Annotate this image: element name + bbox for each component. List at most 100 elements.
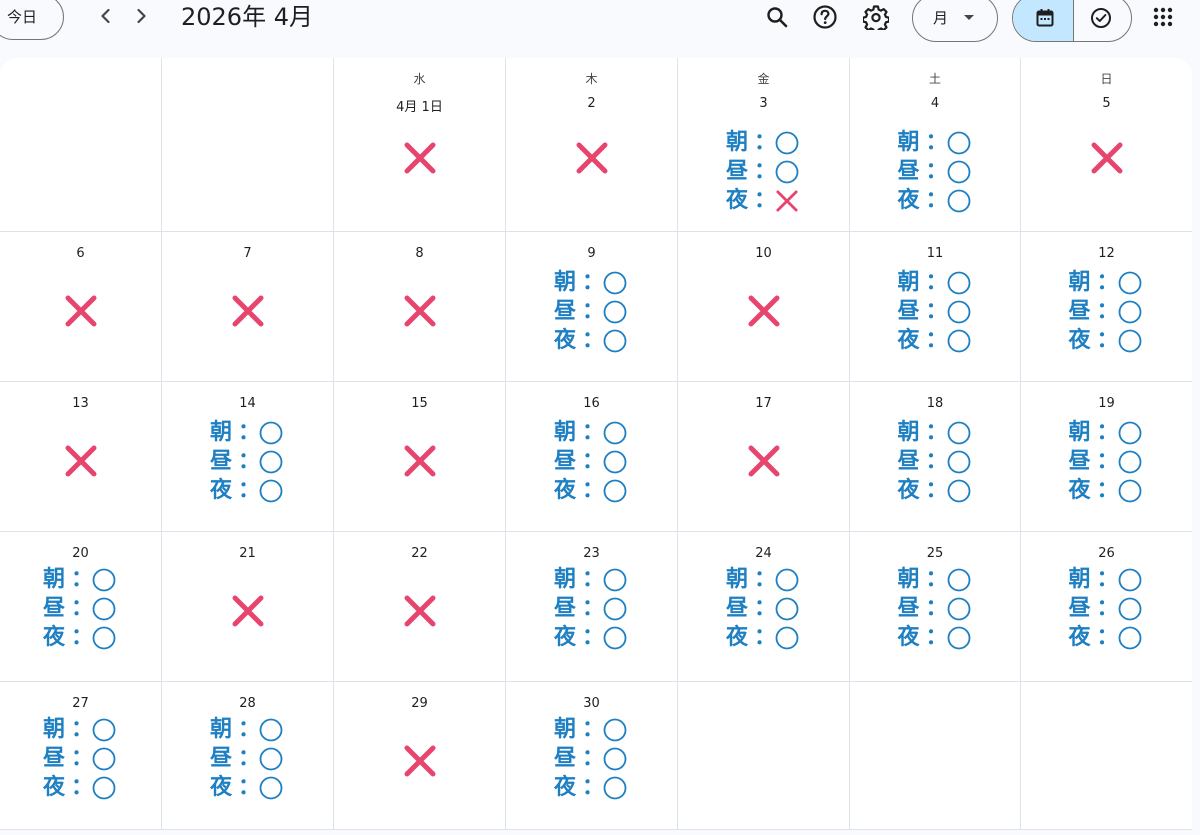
day-number[interactable]: 17 (678, 396, 849, 411)
meal-row-noon: 昼： (210, 447, 300, 476)
day-cell[interactable]: 金 3 朝：昼：夜： (678, 58, 850, 232)
day-cell[interactable]: 11 朝：昼：夜： (850, 232, 1021, 382)
day-cell[interactable]: 20 朝：昼：夜： (0, 532, 162, 682)
day-number[interactable]: 14 (162, 396, 333, 411)
day-cell[interactable]: 23 朝：昼：夜： (506, 532, 678, 682)
circle-ok-icon (775, 626, 799, 650)
day-cell[interactable]: 10 (678, 232, 850, 382)
day-cell[interactable]: 土 4 朝：昼：夜： (850, 58, 1021, 232)
day-number[interactable]: 9 (506, 246, 677, 261)
day-number[interactable]: 24 (678, 546, 849, 561)
day-cell[interactable]: 14 朝：昼：夜： (162, 382, 334, 532)
meal-label: 夜 (210, 775, 233, 800)
day-number[interactable]: 22 (334, 546, 505, 561)
gear-icon[interactable] (861, 4, 891, 34)
tasks-view-button[interactable] (1074, 0, 1131, 41)
day-cell[interactable]: 28 朝：昼：夜： (162, 682, 334, 830)
calendar-view-button[interactable] (1013, 0, 1074, 41)
meal-separator: ： (754, 130, 777, 155)
meal-separator: ： (925, 188, 948, 213)
day-number[interactable]: 5 (1021, 96, 1192, 111)
day-number[interactable]: 29 (334, 696, 505, 711)
unavailable-mark (403, 141, 437, 175)
unavailable-mark (575, 141, 609, 175)
circle-ok-icon (92, 568, 116, 592)
day-cell[interactable]: 7 (162, 232, 334, 382)
day-cell[interactable] (678, 682, 850, 830)
day-number[interactable]: 28 (162, 696, 333, 711)
meal-label: 朝 (43, 717, 66, 742)
day-cell[interactable]: 17 (678, 382, 850, 532)
day-number[interactable]: 2 (506, 96, 677, 111)
meal-separator: ： (582, 746, 605, 771)
day-number[interactable]: 20 (0, 546, 161, 561)
day-cell[interactable]: 19 朝：昼：夜： (1021, 382, 1192, 532)
day-cell[interactable]: 22 (334, 532, 506, 682)
meal-separator: ： (238, 775, 261, 800)
day-number[interactable]: 13 (0, 396, 161, 411)
day-cell[interactable]: 26 朝：昼：夜： (1021, 532, 1192, 682)
search-icon[interactable] (764, 4, 790, 30)
day-cell[interactable]: 15 (334, 382, 506, 532)
chevron-left-icon[interactable] (94, 4, 118, 28)
chevron-right-icon[interactable] (129, 4, 153, 28)
help-icon[interactable] (812, 4, 838, 30)
day-cell[interactable]: 木2 (506, 58, 678, 232)
day-number[interactable]: 21 (162, 546, 333, 561)
day-number[interactable]: 30 (506, 696, 677, 711)
day-cell[interactable]: 9 朝：昼：夜： (506, 232, 678, 382)
day-cell[interactable]: 30 朝：昼：夜： (506, 682, 678, 830)
meal-label: 昼 (554, 746, 577, 771)
day-cell[interactable]: 6 (0, 232, 162, 382)
day-number[interactable]: 3 (678, 96, 849, 111)
day-cell[interactable]: 21 (162, 532, 334, 682)
meal-separator: ： (754, 159, 777, 184)
circle-ok-icon (603, 450, 627, 474)
meal-separator: ： (238, 717, 261, 742)
circle-ok-icon (603, 329, 627, 353)
meal-status-list: 朝：昼：夜： (43, 715, 133, 802)
day-cell[interactable]: 13 (0, 382, 162, 532)
day-cell[interactable]: 日5 (1021, 58, 1192, 232)
day-cell[interactable]: 12 朝：昼：夜： (1021, 232, 1192, 382)
day-number[interactable]: 7 (162, 246, 333, 261)
day-cell[interactable]: 水 4月 1日 (334, 58, 506, 232)
day-cell[interactable]: 27 朝：昼：夜： (0, 682, 162, 830)
day-cell[interactable] (1021, 682, 1192, 830)
day-number[interactable]: 15 (334, 396, 505, 411)
day-cell[interactable] (162, 58, 334, 232)
day-number[interactable]: 16 (506, 396, 677, 411)
day-number[interactable]: 6 (0, 246, 161, 261)
view-select[interactable]: 月 (912, 0, 998, 42)
meal-label: 昼 (897, 449, 920, 474)
month-grid: 水 4月 1日木 2 金 3 朝：昼：夜：土 4 朝：昼：夜：日 5 6 7 8 9 朝：昼：夜： 10 11… (0, 58, 1192, 830)
day-number[interactable]: 26 (1021, 546, 1192, 561)
today-button[interactable]: 今日 (0, 0, 64, 40)
apps-grid-icon[interactable] (1153, 7, 1173, 27)
day-number[interactable]: 4月 1日 (334, 96, 505, 115)
day-number[interactable]: 12 (1021, 246, 1192, 261)
circle-ok-icon (947, 271, 970, 295)
circle-ok-icon (1118, 450, 1141, 474)
day-cell[interactable] (0, 58, 162, 232)
day-cell[interactable] (850, 682, 1021, 830)
day-number[interactable]: 4 (850, 96, 1020, 111)
day-number[interactable]: 27 (0, 696, 161, 711)
meal-row-night: 夜： (554, 476, 644, 505)
day-cell[interactable]: 8 (334, 232, 506, 382)
day-number[interactable]: 11 (850, 246, 1020, 261)
day-number[interactable]: 18 (850, 396, 1020, 411)
day-cell[interactable]: 29 (334, 682, 506, 830)
day-cell[interactable]: 16 朝：昼：夜： (506, 382, 678, 532)
day-number[interactable]: 25 (850, 546, 1020, 561)
meal-row-night: 夜： (554, 326, 644, 355)
day-cell[interactable]: 24 朝：昼：夜： (678, 532, 850, 682)
day-cell[interactable]: 25 朝：昼：夜： (850, 532, 1021, 682)
meal-label: 昼 (43, 596, 66, 621)
day-number[interactable]: 10 (678, 246, 849, 261)
day-number[interactable]: 8 (334, 246, 505, 261)
meal-label: 朝 (897, 270, 920, 295)
day-cell[interactable]: 18 朝：昼：夜： (850, 382, 1021, 532)
day-number[interactable]: 19 (1021, 396, 1192, 411)
day-number[interactable]: 23 (506, 546, 677, 561)
